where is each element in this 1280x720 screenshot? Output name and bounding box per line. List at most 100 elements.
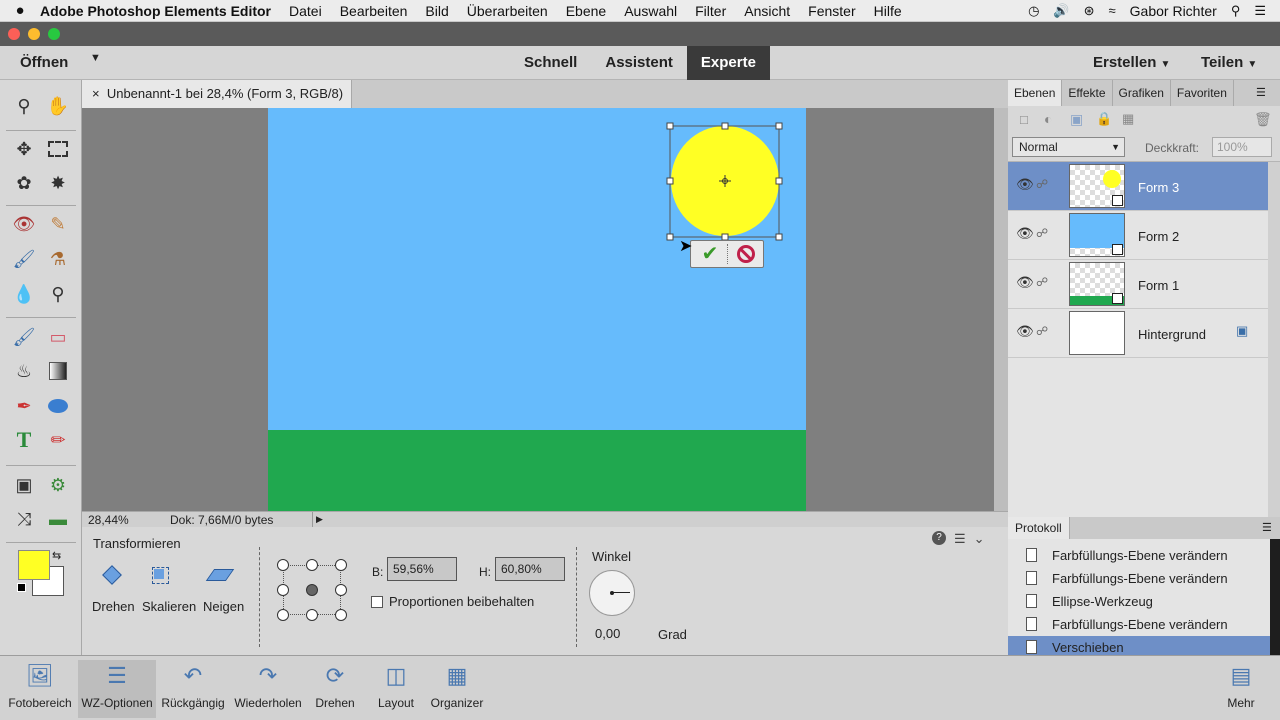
blend-mode-select[interactable]: Normal ▼ bbox=[1012, 137, 1125, 157]
red-eye-tool-icon[interactable]: 👁 bbox=[10, 210, 38, 238]
time-machine-icon[interactable]: ◷ bbox=[1028, 3, 1039, 19]
tab-effects[interactable]: Effekte bbox=[1062, 80, 1113, 106]
transform-handle[interactable] bbox=[666, 177, 674, 185]
open-button[interactable]: Öffnen bbox=[20, 54, 68, 71]
transform-handle[interactable] bbox=[666, 233, 674, 241]
visibility-eye-icon[interactable]: 👁 bbox=[1016, 274, 1034, 291]
straighten-tool-icon[interactable]: ▬ bbox=[44, 505, 72, 533]
user-name[interactable]: Gabor Richter bbox=[1130, 3, 1217, 19]
recompose-tool-icon[interactable]: ⚙ bbox=[44, 471, 72, 499]
clone-stamp-tool-icon[interactable]: ⚗ bbox=[44, 245, 72, 273]
transform-handle[interactable] bbox=[721, 122, 729, 130]
commit-check-icon[interactable]: ✔ bbox=[695, 243, 725, 265]
opacity-field[interactable]: 100% bbox=[1212, 137, 1272, 157]
scale-mode-icon[interactable] bbox=[148, 565, 174, 587]
history-item[interactable]: Farbfüllungs-Ebene verändern bbox=[1008, 567, 1270, 590]
reference-point[interactable] bbox=[335, 609, 347, 621]
reference-point[interactable] bbox=[335, 584, 347, 596]
transform-handle[interactable] bbox=[775, 233, 783, 241]
vertical-scrollbar[interactable] bbox=[994, 108, 1008, 511]
paint-bucket-tool-icon[interactable]: ♨ bbox=[10, 357, 38, 385]
transform-handle[interactable] bbox=[666, 122, 674, 130]
skew-mode-icon[interactable] bbox=[205, 565, 235, 587]
reference-point[interactable] bbox=[277, 609, 289, 621]
link-icon[interactable]: ☍ bbox=[1036, 275, 1048, 289]
height-field[interactable]: 60,80% bbox=[495, 557, 565, 581]
crop-tool-icon[interactable]: ▣ bbox=[10, 471, 38, 499]
swap-colors-icon[interactable]: ⇆ bbox=[52, 549, 61, 562]
skew-mode-label[interactable]: Neigen bbox=[203, 599, 244, 614]
status-menu-arrow-icon[interactable]: ▶ bbox=[312, 512, 326, 527]
cancel-transform-icon[interactable] bbox=[737, 245, 755, 263]
panel-menu-icon[interactable]: ☰ bbox=[1256, 86, 1266, 99]
history-item[interactable]: Ellipse-Werkzeug bbox=[1008, 590, 1270, 613]
visibility-eye-icon[interactable]: 👁 bbox=[1016, 176, 1034, 193]
lasso-tool-icon[interactable]: ✿ bbox=[10, 169, 38, 197]
bluetooth-icon[interactable]: ⊛ bbox=[1084, 3, 1095, 19]
transform-handle[interactable] bbox=[775, 122, 783, 130]
angle-value[interactable]: 0,00 bbox=[595, 626, 620, 641]
rotate-mode-label[interactable]: Drehen bbox=[92, 599, 135, 614]
pencil-tool-icon[interactable]: ✏ bbox=[44, 426, 72, 454]
link-icon[interactable]: ☍ bbox=[1036, 226, 1048, 240]
menu-file[interactable]: Datei bbox=[289, 3, 322, 19]
redo-button[interactable]: ↷ Wiederholen bbox=[230, 660, 306, 710]
sponge-tool-icon[interactable]: ⚲ bbox=[44, 280, 72, 308]
hand-tool-icon[interactable]: ✋ bbox=[44, 92, 72, 120]
close-window-icon[interactable] bbox=[8, 28, 20, 40]
share-button[interactable]: Teilen ▼ bbox=[1201, 54, 1257, 71]
reference-point[interactable] bbox=[277, 584, 289, 596]
transform-bounding-box[interactable] bbox=[660, 118, 790, 248]
reference-point[interactable] bbox=[277, 559, 289, 571]
organizer-button[interactable]: ▦ Organizer bbox=[426, 660, 488, 710]
smart-brush-tool-icon[interactable]: 🖌 bbox=[10, 245, 38, 273]
tab-favorites[interactable]: Favoriten bbox=[1171, 80, 1234, 106]
link-icon[interactable]: ☍ bbox=[1036, 324, 1048, 338]
marquee-tool-icon[interactable] bbox=[44, 135, 72, 163]
zoom-level[interactable]: 28,44% bbox=[88, 513, 129, 527]
spot-healing-tool-icon[interactable]: ✎ bbox=[44, 210, 72, 238]
blur-tool-icon[interactable]: 💧 bbox=[10, 280, 38, 308]
transform-handle[interactable] bbox=[775, 177, 783, 185]
foreground-color-swatch[interactable] bbox=[18, 550, 50, 580]
brush-tool-icon[interactable]: 🖌 bbox=[10, 323, 38, 351]
reference-point[interactable] bbox=[335, 559, 347, 571]
minimize-window-icon[interactable] bbox=[28, 28, 40, 40]
layer-background[interactable]: 👁 ☍ Hintergrund ▣ bbox=[1008, 309, 1268, 358]
tab-history[interactable]: Protokoll bbox=[1008, 517, 1070, 539]
reference-point-selected[interactable] bbox=[306, 584, 318, 596]
history-item[interactable]: Farbfüllungs-Ebene verändern bbox=[1008, 544, 1270, 567]
visibility-eye-icon[interactable]: 👁 bbox=[1016, 225, 1034, 242]
close-document-icon[interactable]: × bbox=[92, 86, 100, 101]
menu-select[interactable]: Auswahl bbox=[624, 3, 677, 19]
new-layer-icon[interactable]: □ bbox=[1020, 112, 1028, 127]
width-field[interactable]: 59,56% bbox=[387, 557, 457, 581]
reference-point-grid[interactable] bbox=[277, 559, 347, 621]
layer-name[interactable]: Form 2 bbox=[1138, 229, 1179, 244]
app-menu[interactable]: Adobe Photoshop Elements Editor bbox=[40, 3, 271, 19]
reference-point[interactable] bbox=[306, 609, 318, 621]
menu-enhance[interactable]: Überarbeiten bbox=[467, 3, 548, 19]
zoom-window-icon[interactable] bbox=[48, 28, 60, 40]
layer-form-1[interactable]: 👁 ☍ Form 1 bbox=[1008, 260, 1268, 309]
zoom-tool-icon[interactable]: ⚲ bbox=[10, 92, 38, 120]
lock-layer-icon[interactable]: 🔒 bbox=[1096, 111, 1112, 127]
eraser-tool-icon[interactable]: ▭ bbox=[44, 323, 72, 351]
constrain-proportions-label[interactable]: Proportionen beibehalten bbox=[389, 594, 534, 609]
history-menu-icon[interactable]: ☰ bbox=[1262, 521, 1272, 534]
type-tool-icon[interactable]: T bbox=[10, 426, 38, 454]
tab-layers[interactable]: Ebenen bbox=[1008, 80, 1063, 106]
layer-mask-icon[interactable]: ▣ bbox=[1070, 111, 1083, 128]
visibility-eye-icon[interactable]: 👁 bbox=[1016, 323, 1034, 340]
open-dropdown-icon[interactable]: ▼ bbox=[90, 52, 101, 64]
create-button[interactable]: Erstellen ▼ bbox=[1093, 54, 1170, 71]
rotate-mode-icon[interactable] bbox=[100, 565, 126, 587]
layer-form-2[interactable]: 👁 ☍ Form 2 bbox=[1008, 211, 1268, 260]
undo-button[interactable]: ↶ Rückgängig bbox=[158, 660, 228, 710]
notification-center-icon[interactable]: ☰ bbox=[1254, 3, 1266, 19]
document-tab[interactable]: × Unbenannt-1 bei 28,4% (Form 3, RGB/8) … bbox=[82, 80, 352, 129]
constrain-proportions-checkbox[interactable] bbox=[371, 596, 383, 608]
volume-icon[interactable]: 🔊 bbox=[1053, 3, 1069, 19]
gradient-tool-icon[interactable] bbox=[44, 357, 72, 385]
menu-view[interactable]: Ansicht bbox=[744, 3, 790, 19]
